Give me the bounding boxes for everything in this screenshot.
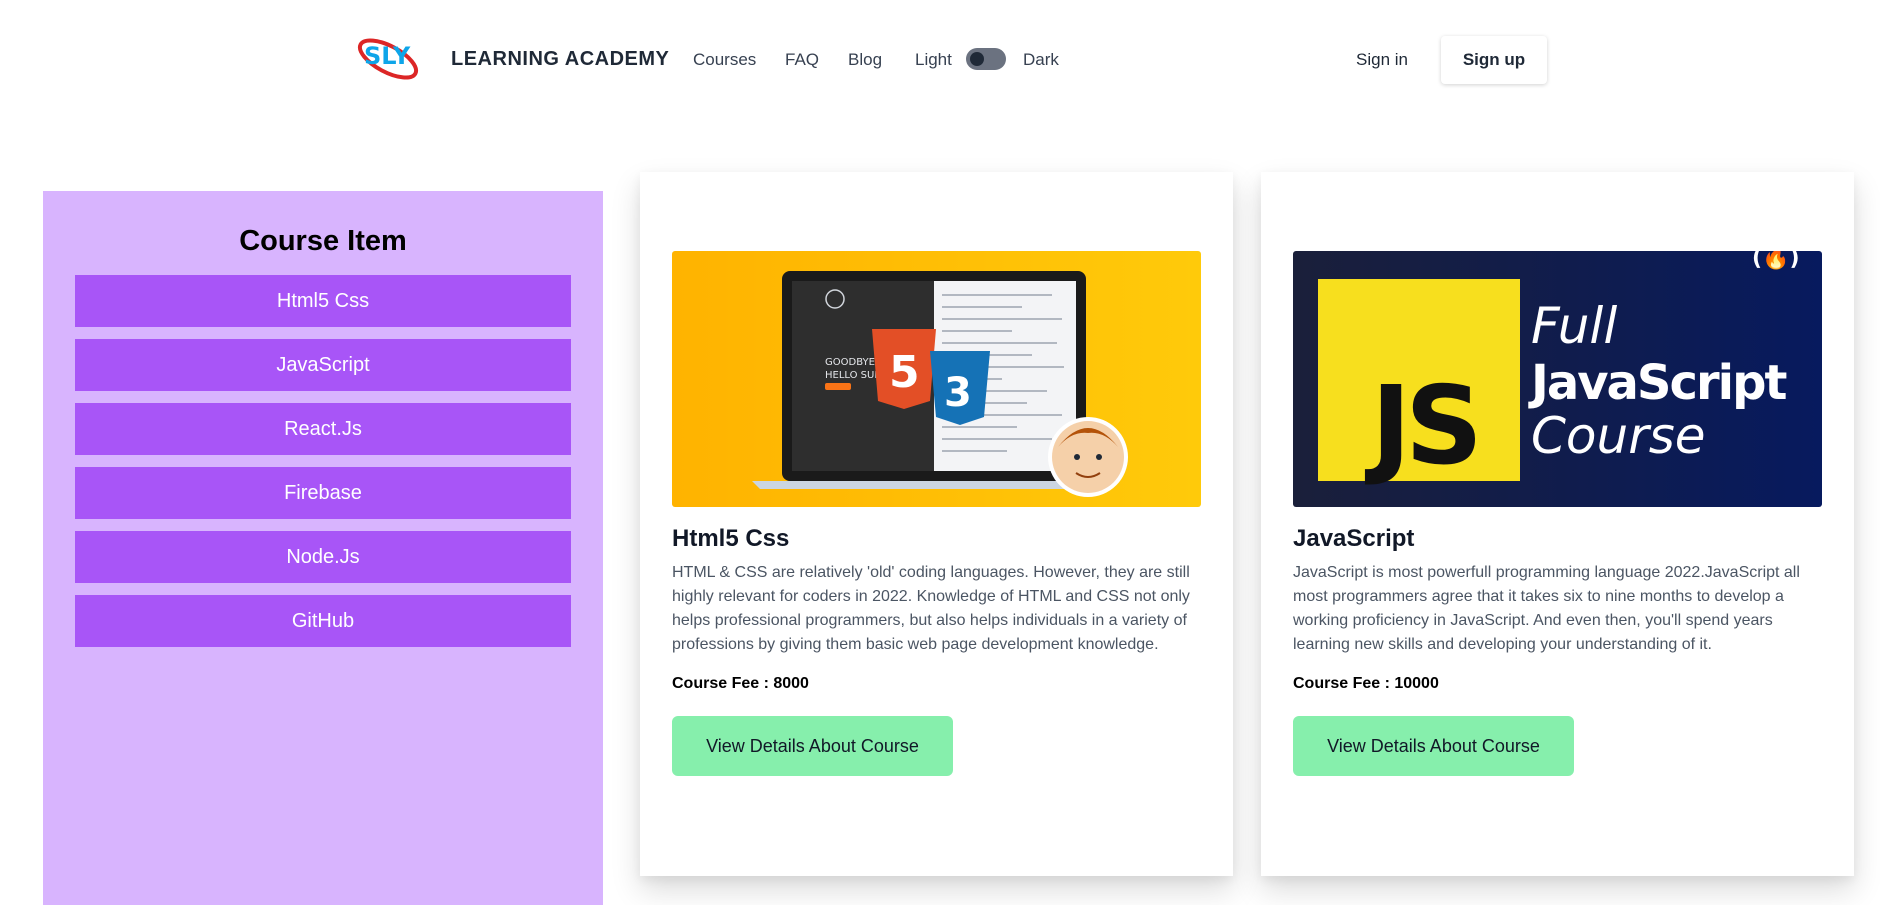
js-course-banner: JS Full JavaScript Course (🔥) [1293, 251, 1822, 507]
svg-text:JS: JS [1364, 364, 1477, 489]
theme-dark-label: Dark [1023, 50, 1059, 69]
course-item-list: Html5 Css JavaScript React.Js Firebase N… [75, 275, 571, 659]
course-fee: Course Fee : 10000 [1293, 675, 1439, 692]
sign-in-link[interactable]: Sign in [1356, 50, 1408, 70]
sidebar-item-html5-css[interactable]: Html5 Css [75, 275, 571, 327]
nav-blog[interactable]: Blog [848, 50, 882, 70]
course-image-javascript: JS Full JavaScript Course (🔥) [1293, 251, 1822, 507]
nav-courses[interactable]: Courses [693, 50, 756, 70]
laptop-illustration: GOODBYE HELLO SUP 5 3 [672, 251, 1201, 507]
sidebar-item-javascript[interactable]: JavaScript [75, 339, 571, 391]
svg-text:JavaScript: JavaScript [1528, 355, 1786, 411]
sidebar-item-firebase[interactable]: Firebase [75, 467, 571, 519]
svg-text:5: 5 [889, 347, 920, 398]
nav-faq[interactable]: FAQ [785, 50, 819, 70]
svg-text:GOODBYE: GOODBYE [825, 357, 875, 368]
svg-text:(🔥): (🔥) [1752, 251, 1800, 271]
theme-light-label: Light [915, 50, 952, 69]
sign-up-button[interactable]: Sign up [1441, 36, 1547, 84]
top-navbar: SLY LEARNING ACADEMY Courses FAQ Blog Li… [0, 0, 1880, 120]
svg-text:SLY: SLY [364, 42, 411, 70]
svg-text:HELLO SUP: HELLO SUP [825, 370, 880, 381]
view-details-button[interactable]: View Details About Course [672, 716, 953, 776]
sidebar-item-nodejs[interactable]: Node.Js [75, 531, 571, 583]
course-title: Html5 Css [672, 525, 790, 552]
sly-logo[interactable]: SLY [354, 30, 422, 84]
sidebar-item-reactjs[interactable]: React.Js [75, 403, 571, 455]
course-fee: Course Fee : 8000 [672, 675, 809, 692]
brand-name[interactable]: LEARNING ACADEMY [451, 48, 669, 71]
sidebar-item-github[interactable]: GitHub [75, 595, 571, 647]
course-description: JavaScript is most powerfull programming… [1293, 564, 1800, 653]
course-card-javascript: JS Full JavaScript Course (🔥) JavaScript… [1261, 172, 1854, 876]
toggle-knob [970, 52, 984, 66]
course-card-html-css: GOODBYE HELLO SUP 5 3 Html5 Css HTML & C… [640, 172, 1233, 876]
course-description: HTML & CSS are relatively 'old' coding l… [672, 564, 1190, 653]
course-image-html-css: GOODBYE HELLO SUP 5 3 [672, 251, 1201, 507]
svg-text:Course: Course [1531, 407, 1706, 465]
course-title: JavaScript [1293, 525, 1415, 552]
view-details-button[interactable]: View Details About Course [1293, 716, 1574, 776]
sidebar-title: Course Item [239, 225, 407, 257]
svg-text:Full: Full [1531, 297, 1617, 355]
svg-text:3: 3 [944, 370, 972, 416]
course-sidebar: Course Item Html5 Css JavaScript React.J… [43, 191, 603, 905]
theme-toggle[interactable] [966, 48, 1006, 70]
